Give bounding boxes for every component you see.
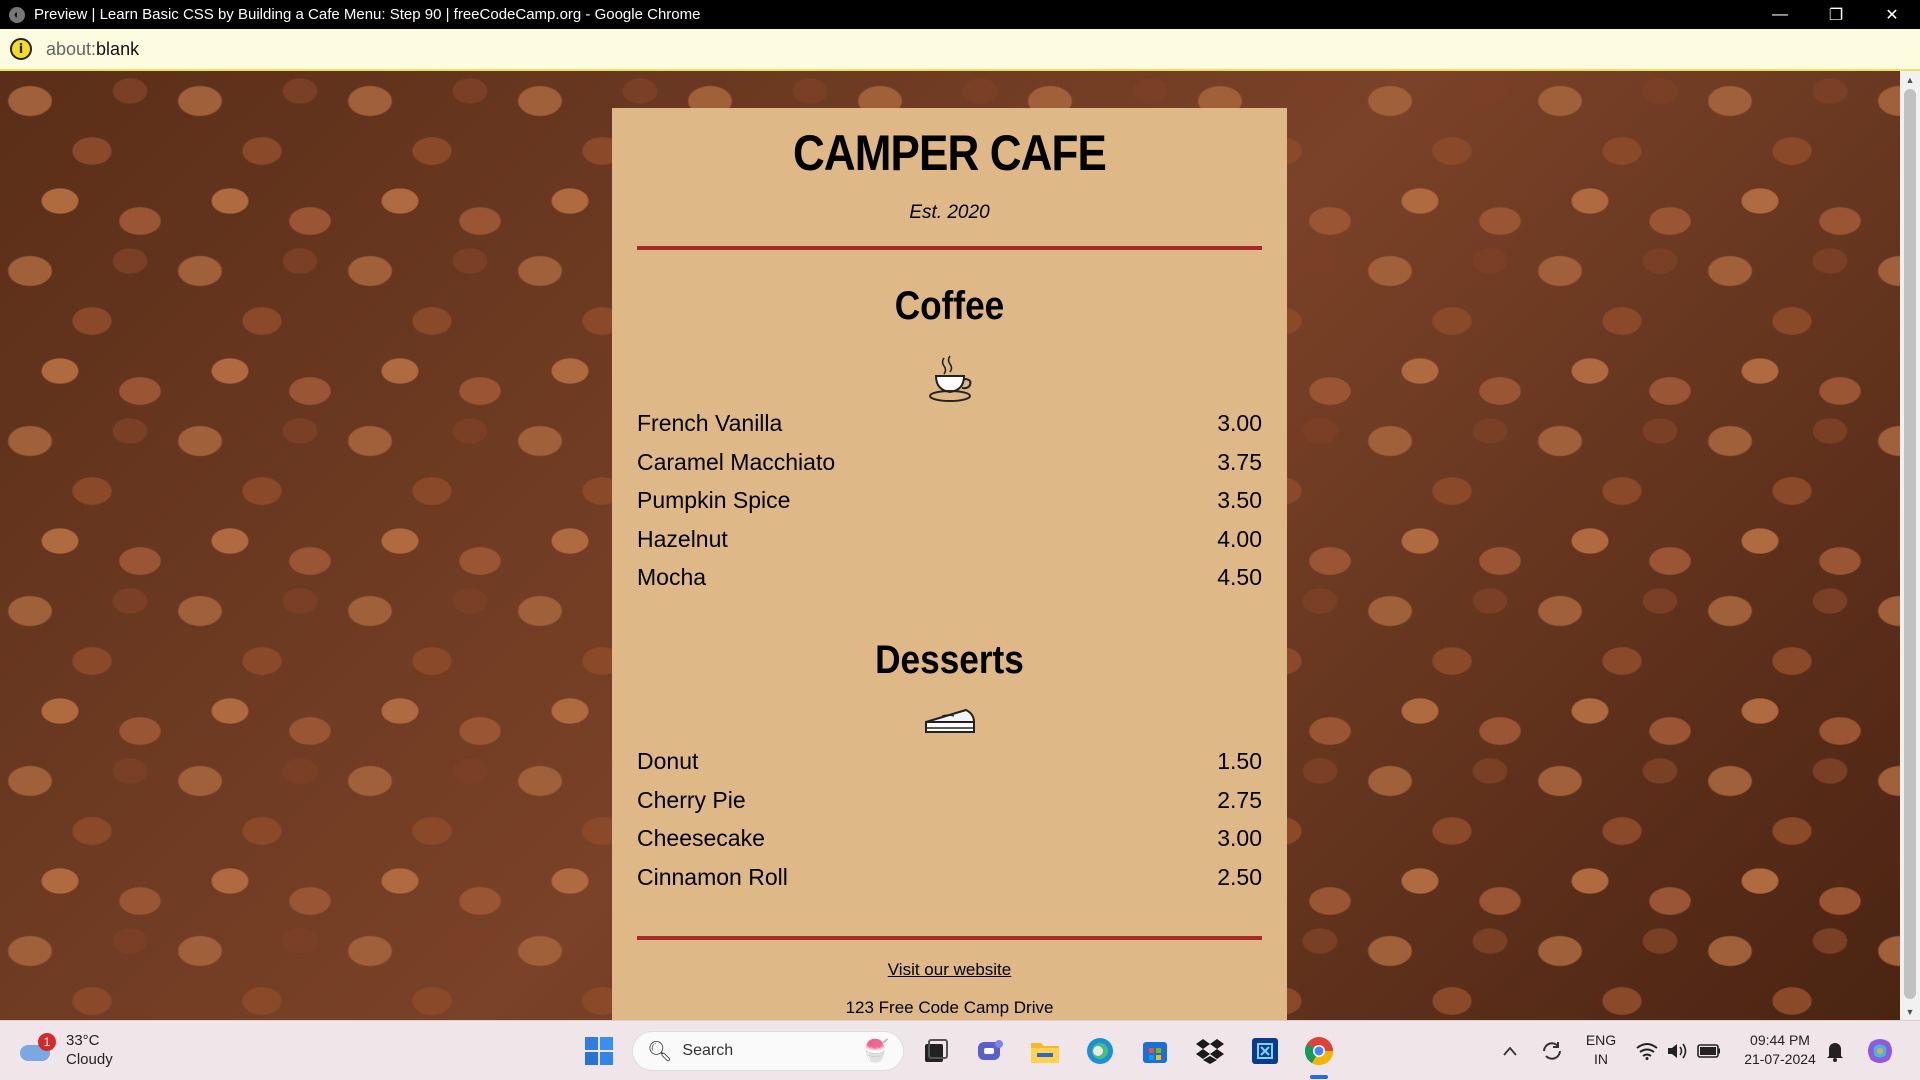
item-name: Hazelnut bbox=[637, 525, 728, 552]
close-button[interactable]: ✕ bbox=[1864, 0, 1920, 29]
taskbar: 1 33°C Cloudy 🔍︎ Search 🍧 ENG IN 09:44 P… bbox=[0, 1020, 1920, 1080]
weather-widget[interactable]: 1 33°C Cloudy bbox=[20, 1031, 113, 1069]
start-icon[interactable] bbox=[581, 1033, 617, 1069]
weather-temperature: 33°C bbox=[66, 1032, 100, 1049]
clock-time: 09:44 PM bbox=[1750, 1032, 1810, 1048]
language-code: ENG bbox=[1585, 1032, 1617, 1048]
list-item: Cherry Pie 2.75 bbox=[637, 781, 1262, 820]
website-link[interactable]: Visit our website bbox=[637, 960, 1262, 980]
item-price: 3.75 bbox=[1217, 448, 1262, 475]
coffee-heading: Coffee bbox=[894, 284, 1005, 328]
pie-slice-icon bbox=[637, 702, 1262, 742]
website-link-text[interactable]: Visit our website bbox=[888, 960, 1011, 979]
teams-icon[interactable] bbox=[972, 1033, 1008, 1069]
scrollbar-thumb[interactable] bbox=[1904, 89, 1916, 999]
item-name: Cinnamon Roll bbox=[637, 863, 788, 890]
notification-bell-icon[interactable] bbox=[1820, 1033, 1850, 1069]
restore-button[interactable]: ❐ bbox=[1808, 0, 1864, 29]
item-name: Mocha bbox=[637, 564, 707, 591]
coffee-cup-icon bbox=[637, 352, 1262, 404]
url-scheme: about: bbox=[46, 38, 97, 59]
edge-icon[interactable] bbox=[1082, 1033, 1118, 1069]
list-item: Pumpkin Spice 3.50 bbox=[637, 481, 1262, 520]
battery-icon[interactable] bbox=[1694, 1033, 1724, 1069]
minimize-button[interactable]: — bbox=[1752, 0, 1808, 29]
item-name: Caramel Macchiato bbox=[637, 448, 836, 475]
notification-badge: 1 bbox=[38, 1033, 56, 1051]
list-item: Hazelnut 4.00 bbox=[637, 520, 1262, 559]
item-price: 4.00 bbox=[1217, 525, 1262, 552]
cafe-title: CAMPER CAFE bbox=[792, 125, 1107, 181]
dropbox-icon[interactable] bbox=[1192, 1033, 1228, 1069]
cafe-address: 123 Free Code Camp Drive bbox=[845, 998, 1054, 1018]
chrome-icon[interactable] bbox=[1301, 1033, 1337, 1069]
clock-date: 21-07-2024 bbox=[1744, 1051, 1816, 1067]
search-highlight-icon: 🍧 bbox=[861, 1038, 889, 1063]
bottom-divider bbox=[637, 936, 1262, 941]
list-item: Mocha 4.50 bbox=[637, 558, 1262, 597]
list-item: French Vanilla 3.00 bbox=[637, 404, 1262, 443]
cloud-icon: 1 bbox=[20, 1033, 56, 1063]
list-item: Cinnamon Roll 2.50 bbox=[637, 858, 1262, 897]
store-icon[interactable] bbox=[1137, 1033, 1173, 1069]
window-title: Preview | Learn Basic CSS by Building a … bbox=[34, 6, 701, 23]
top-divider bbox=[637, 246, 1262, 250]
volume-icon[interactable] bbox=[1662, 1033, 1692, 1069]
task-view-icon[interactable] bbox=[918, 1033, 954, 1069]
item-name: Cheesecake bbox=[637, 825, 765, 852]
app-icon[interactable] bbox=[1247, 1033, 1283, 1069]
copilot-icon[interactable] bbox=[1862, 1033, 1898, 1069]
active-app-indicator bbox=[1310, 1075, 1328, 1079]
sync-icon[interactable] bbox=[1535, 1033, 1569, 1069]
window-title-bar: ◐ Preview | Learn Basic CSS by Building … bbox=[0, 0, 1920, 29]
list-item: Caramel Macchiato 3.75 bbox=[637, 443, 1262, 482]
page-viewport: CAMPER CAFE Est. 2020 Coffee French Vani… bbox=[0, 71, 1900, 1020]
desserts-heading: Desserts bbox=[875, 637, 1024, 682]
language-indicator[interactable]: ENG IN bbox=[1580, 1031, 1622, 1069]
address-bar[interactable]: i about:blank bbox=[0, 29, 1920, 71]
item-name: Cherry Pie bbox=[637, 786, 746, 813]
item-price: 2.75 bbox=[1217, 786, 1262, 813]
system-clock[interactable]: 09:44 PM 21-07-2024 bbox=[1738, 1031, 1822, 1069]
desserts-section: Desserts Donut 1.50 Cherry Pie 2.75 Cheese… bbox=[637, 640, 1262, 896]
item-name: Donut bbox=[637, 747, 699, 774]
item-price: 3.00 bbox=[1217, 825, 1262, 852]
chevron-up-icon[interactable] bbox=[1495, 1033, 1525, 1069]
taskbar-search[interactable]: 🔍︎ Search 🍧 bbox=[632, 1031, 904, 1071]
region-code: IN bbox=[1594, 1051, 1608, 1067]
scroll-up-icon[interactable]: ▲ bbox=[1900, 71, 1920, 88]
item-name: Pumpkin Spice bbox=[637, 487, 791, 514]
item-name: French Vanilla bbox=[637, 410, 783, 436]
coffee-list: French Vanilla 3.00 Caramel Macchiato 3.75… bbox=[637, 404, 1262, 597]
url-field[interactable]: about:blank bbox=[46, 39, 139, 60]
item-price: 3.50 bbox=[1217, 487, 1262, 514]
page-scrollbar[interactable]: ▲ ▼ bbox=[1900, 71, 1920, 1020]
list-item: Cheesecake 3.00 bbox=[637, 819, 1262, 858]
coffee-section: Coffee French Vanilla 3.00 Caramel Macchi… bbox=[637, 286, 1262, 597]
search-label: Search bbox=[682, 1042, 734, 1059]
url-path: blank bbox=[96, 38, 140, 59]
item-price: 4.50 bbox=[1217, 564, 1262, 591]
item-price: 2.50 bbox=[1217, 863, 1262, 890]
menu-card: CAMPER CAFE Est. 2020 Coffee French Vani… bbox=[612, 108, 1287, 1020]
file-explorer-icon[interactable] bbox=[1027, 1033, 1063, 1069]
established-text: Est. 2020 bbox=[909, 202, 990, 223]
wifi-icon[interactable] bbox=[1632, 1033, 1662, 1069]
scroll-down-icon[interactable]: ▼ bbox=[1900, 1003, 1920, 1020]
desserts-list: Donut 1.50 Cherry Pie 2.75 Cheesecake 3.00 … bbox=[637, 742, 1262, 896]
chrome-preview-icon: ◐ bbox=[9, 6, 25, 23]
search-icon: 🔍︎ bbox=[647, 1040, 673, 1063]
list-item: Donut 1.50 bbox=[637, 742, 1262, 781]
item-price: 1.50 bbox=[1217, 747, 1262, 774]
weather-condition: Cloudy bbox=[66, 1051, 113, 1068]
site-info-icon[interactable]: i bbox=[10, 38, 32, 60]
item-price: 3.00 bbox=[1217, 410, 1262, 436]
